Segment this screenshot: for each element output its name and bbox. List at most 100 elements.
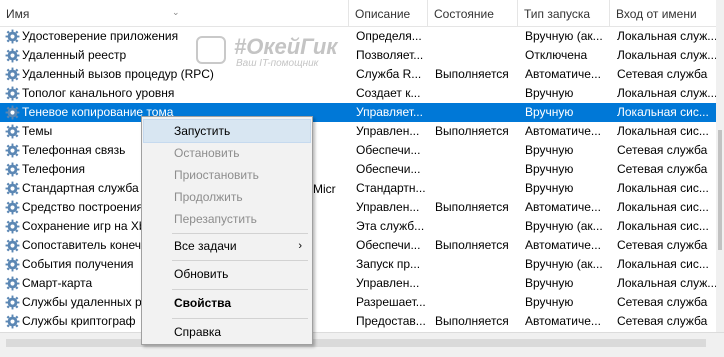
column-header-logon-as[interactable]: Вход от имени	[610, 0, 716, 26]
service-gear-icon	[5, 219, 20, 234]
menu-item-properties[interactable]: Свойства	[144, 292, 310, 314]
service-description: Управлен...	[356, 124, 420, 138]
table-row[interactable]: Удаленный вызов процедур (RPC) Служба R..…	[0, 65, 716, 84]
service-state	[435, 255, 519, 274]
menu-separator	[172, 260, 308, 261]
table-row[interactable]: События получения Запуск пр... Вручную (ак…	[0, 255, 716, 274]
service-startup-type: Вручную	[525, 162, 574, 176]
menu-item-start[interactable]: Запустить	[143, 119, 311, 143]
service-state	[435, 217, 519, 236]
column-header-startup-type[interactable]: Тип запуска	[518, 0, 610, 26]
table-row[interactable]: Удостоверение приложения Определя... Вручн…	[0, 27, 716, 46]
table-row[interactable]: Удаленный реестр Позволяет... Отключена Лок…	[0, 46, 716, 65]
table-row[interactable]: Тополог канального уровня Создает к... Вру…	[0, 84, 716, 103]
table-row[interactable]: Стандартная служба Стандартн... Вручную Лок…	[0, 179, 716, 198]
service-startup-type: Вручную (ак...	[525, 29, 603, 43]
table-row[interactable]: Средство построения Управлен... Выполняетс…	[0, 198, 716, 217]
submenu-arrow-icon: ›	[298, 240, 302, 252]
service-state	[435, 274, 519, 293]
table-row[interactable]: Темы Управлен... Выполняется Автоматиче... Л…	[0, 122, 716, 141]
table-row[interactable]: Телефония Обеспечи... Вручную Сетевая служб…	[0, 160, 716, 179]
service-state: Выполняется	[435, 124, 509, 138]
column-header-state-label: Состояние	[434, 7, 494, 21]
menu-item-pause[interactable]: Приостановить	[144, 164, 310, 186]
service-state: Выполняется	[435, 67, 509, 81]
service-startup-type: Автоматиче...	[525, 124, 601, 138]
service-logon-as: Локальная служ...	[617, 48, 716, 62]
service-gear-icon	[5, 29, 20, 44]
service-startup-type: Вручную	[525, 143, 574, 157]
service-startup-type: Вручную	[525, 276, 574, 290]
menu-item-help[interactable]: Справка	[144, 321, 310, 343]
table-row[interactable]: Смарт-карта Управлен... Вручную Локальная с…	[0, 274, 716, 293]
service-logon-as: Локальная сис...	[617, 257, 709, 271]
service-description: Запуск пр...	[356, 257, 421, 271]
service-description: Обеспечи...	[356, 162, 421, 176]
service-startup-type: Вручную (ак...	[525, 219, 603, 233]
service-description: Управлен...	[356, 200, 420, 214]
table-row[interactable]: Сопоставитель конеч Обеспечи... Выполняетс…	[0, 236, 716, 255]
service-gear-icon	[5, 200, 20, 215]
menu-item-resume[interactable]: Продолжить	[144, 186, 310, 208]
service-name: Удаленный вызов процедур (RPC)	[22, 67, 214, 81]
column-header-state[interactable]: Состояние	[428, 0, 518, 26]
service-logon-as: Сетевая служба	[617, 162, 708, 176]
service-state	[435, 141, 519, 160]
service-logon-as: Сетевая служба	[617, 67, 708, 81]
service-description: Определя...	[356, 29, 422, 43]
table-row[interactable]: Телефонная связь Обеспечи... Вручную Сетева…	[0, 141, 716, 160]
services-list: Имя ⌄ Описание Состояние Тип запуска Вхо…	[0, 0, 716, 332]
service-startup-type: Вручную	[525, 295, 574, 309]
table-row[interactable]: Сохранение игр на Xb Эта служб... Вручную …	[0, 217, 716, 236]
service-gear-icon	[5, 48, 20, 63]
service-logon-as: Локальная сис...	[617, 124, 709, 138]
service-state	[435, 103, 519, 122]
service-logon-as: Сетевая служба	[617, 295, 708, 309]
service-startup-type: Вручную (ак...	[525, 257, 603, 271]
service-startup-type: Вручную	[525, 105, 574, 119]
menu-item-refresh[interactable]: Обновить	[144, 263, 310, 285]
service-logon-as: Локальная сис...	[617, 105, 709, 119]
service-description: Предостав...	[356, 314, 426, 328]
table-row[interactable]: Службы криптограф Предостав... Выполняется…	[0, 312, 716, 331]
service-startup-type: Автоматиче...	[525, 238, 601, 252]
service-description: Разрешает...	[356, 295, 426, 309]
service-state	[435, 179, 519, 198]
service-gear-icon	[5, 181, 20, 196]
column-header-bar: Имя ⌄ Описание Состояние Тип запуска Вхо…	[0, 0, 716, 27]
service-logon-as: Локальная служ...	[617, 276, 716, 290]
service-state	[435, 293, 519, 312]
service-startup-type: Автоматиче...	[525, 314, 601, 328]
service-gear-icon	[5, 105, 20, 120]
menu-item-stop[interactable]: Остановить	[144, 142, 310, 164]
service-name: Тополог канального уровня	[22, 86, 175, 100]
service-state: Выполняется	[435, 238, 509, 252]
service-logon-as: Локальная служ...	[617, 29, 716, 43]
service-name: Удостоверение приложения	[22, 29, 179, 43]
horizontal-scrollbar[interactable]	[6, 339, 706, 347]
service-description: Создает к...	[356, 86, 421, 100]
service-gear-icon	[5, 143, 20, 158]
service-state: Выполняется	[435, 314, 509, 328]
service-description: Позволяет...	[356, 48, 424, 62]
column-header-name[interactable]: Имя ⌄	[0, 0, 349, 26]
service-state: Выполняется	[435, 200, 509, 214]
vertical-scrollbar-thumb[interactable]	[718, 130, 722, 250]
service-gear-icon	[5, 276, 20, 291]
service-gear-icon	[5, 238, 20, 253]
table-row-selected[interactable]: Теневое копирование тома Управляет... Вруч…	[0, 103, 716, 122]
table-row[interactable]: Службы удаленных р Разрешает... Вручную Сет…	[0, 293, 716, 312]
sort-caret-icon: ⌄	[172, 7, 180, 17]
service-gear-icon	[5, 86, 20, 101]
service-logon-as: Сетевая служба	[617, 314, 708, 328]
column-header-description[interactable]: Описание	[349, 0, 428, 26]
service-description: Служба R...	[356, 67, 422, 81]
column-header-name-label: Имя	[6, 7, 30, 21]
service-logon-as: Локальная служ...	[617, 86, 716, 100]
service-logon-as: Сетевая служба	[617, 143, 708, 157]
service-logon-as: Локальная сис...	[617, 181, 709, 195]
menu-item-restart[interactable]: Перезапустить	[144, 208, 310, 230]
service-gear-icon	[5, 295, 20, 310]
service-state	[435, 160, 519, 179]
menu-item-all-tasks[interactable]: Все задачи ›	[144, 235, 310, 257]
